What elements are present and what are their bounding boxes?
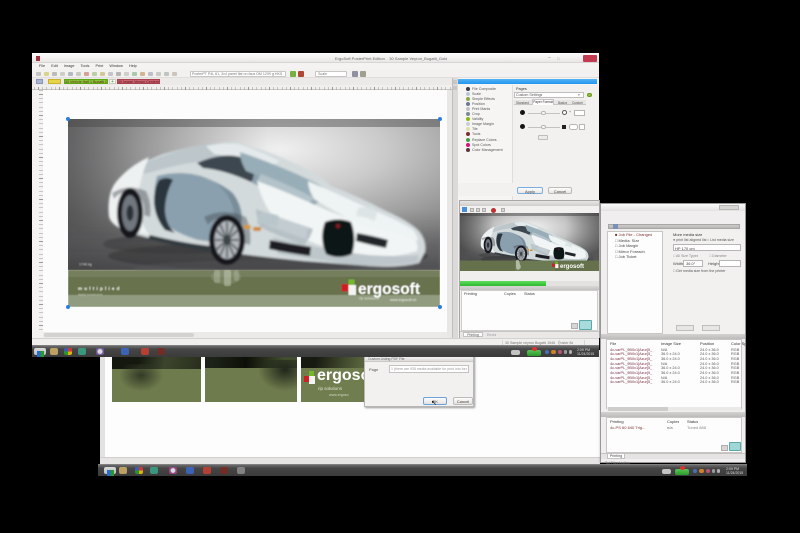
svg-text:ergosoft: ergosoft	[560, 264, 584, 270]
